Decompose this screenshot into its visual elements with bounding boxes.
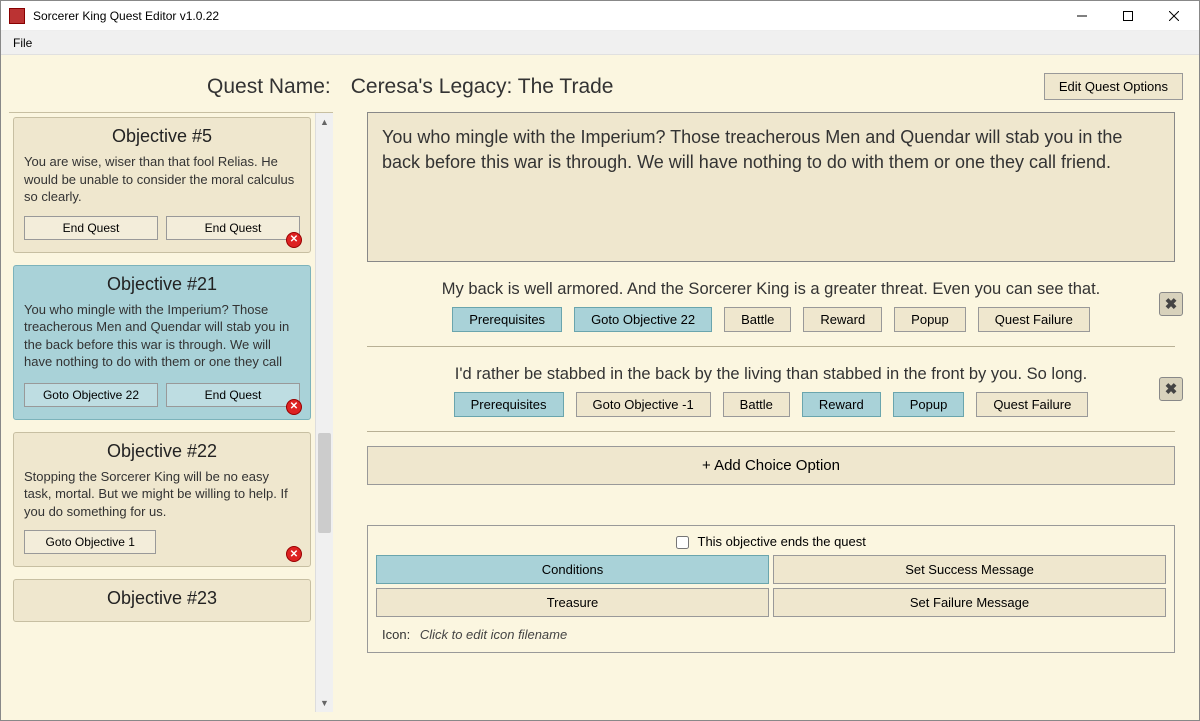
minimize-button[interactable]	[1059, 1, 1105, 31]
objective-card[interactable]: Objective #23	[13, 579, 311, 622]
choice-text[interactable]: My back is well armored. And the Sorcere…	[373, 280, 1169, 299]
objective-list: Objective #5 You are wise, wiser than th…	[9, 113, 315, 712]
objective-title: Objective #23	[24, 588, 300, 609]
quest-name-value[interactable]: Ceresa's Legacy: The Trade	[351, 75, 1044, 99]
delete-objective-icon[interactable]: ✕	[286, 399, 302, 415]
quest-failure-button[interactable]: Quest Failure	[976, 392, 1088, 417]
scroll-up-icon[interactable]: ▲	[316, 113, 333, 131]
scroll-thumb[interactable]	[318, 433, 331, 533]
header-row: Quest Name: Ceresa's Legacy: The Trade E…	[1, 55, 1199, 112]
choice-block: I'd rather be stabbed in the back by the…	[367, 365, 1175, 432]
delete-choice-button[interactable]: ✖	[1159, 377, 1183, 401]
objective-settings-panel: This objective ends the quest Conditions…	[367, 525, 1175, 653]
battle-button[interactable]: Battle	[723, 392, 790, 417]
objective-description-box[interactable]: You who mingle with the Imperium? Those …	[367, 112, 1175, 262]
app-icon	[9, 8, 25, 24]
objective-title: Objective #21	[24, 274, 300, 295]
objective-action-button[interactable]: End Quest	[24, 216, 158, 240]
goto-objective-button[interactable]: Goto Objective 22	[574, 307, 712, 332]
objective-card[interactable]: Objective #21 You who mingle with the Im…	[13, 265, 311, 420]
objective-action-button[interactable]: End Quest	[166, 383, 300, 407]
delete-objective-icon[interactable]: ✕	[286, 546, 302, 562]
objective-title: Objective #5	[24, 126, 300, 147]
ends-quest-checkbox[interactable]	[676, 536, 689, 549]
objective-action-button[interactable]: Goto Objective 22	[24, 383, 158, 407]
battle-button[interactable]: Battle	[724, 307, 791, 332]
titlebar: Sorcerer King Quest Editor v1.0.22	[1, 1, 1199, 31]
prerequisites-button[interactable]: Prerequisites	[454, 392, 564, 417]
scroll-down-icon[interactable]: ▼	[316, 694, 333, 712]
icon-filename-field[interactable]: Click to edit icon filename	[420, 627, 567, 642]
edit-quest-options-button[interactable]: Edit Quest Options	[1044, 73, 1183, 100]
icon-label: Icon:	[382, 627, 410, 642]
choice-block: My back is well armored. And the Sorcere…	[367, 280, 1175, 347]
objective-desc: Stopping the Sorcerer King will be no ea…	[24, 468, 300, 521]
menubar: File	[1, 31, 1199, 55]
content-area: Quest Name: Ceresa's Legacy: The Trade E…	[1, 55, 1199, 720]
reward-button[interactable]: Reward	[802, 392, 881, 417]
objective-action-button[interactable]: End Quest	[166, 216, 300, 240]
popup-button[interactable]: Popup	[893, 392, 965, 417]
reward-button[interactable]: Reward	[803, 307, 882, 332]
close-icon: ✖	[1165, 380, 1178, 398]
objective-scrollbar[interactable]: ▲ ▼	[315, 113, 333, 712]
objective-list-pane: Objective #5 You are wise, wiser than th…	[9, 112, 333, 712]
objective-card[interactable]: Objective #22 Stopping the Sorcerer King…	[13, 432, 311, 568]
add-choice-button[interactable]: + Add Choice Option	[367, 446, 1175, 485]
treasure-button[interactable]: Treasure	[376, 588, 769, 617]
close-button[interactable]	[1151, 1, 1197, 31]
delete-choice-button[interactable]: ✖	[1159, 292, 1183, 316]
objective-desc: You are wise, wiser than that fool Relia…	[24, 153, 300, 206]
objective-desc: You who mingle with the Imperium? Those …	[24, 301, 300, 373]
maximize-button[interactable]	[1105, 1, 1151, 31]
objective-title: Objective #22	[24, 441, 300, 462]
prerequisites-button[interactable]: Prerequisites	[452, 307, 562, 332]
ends-quest-label[interactable]: This objective ends the quest	[676, 534, 866, 549]
quest-name-label: Quest Name:	[207, 75, 331, 99]
menu-file[interactable]: File	[5, 34, 40, 52]
choice-text[interactable]: I'd rather be stabbed in the back by the…	[373, 365, 1169, 384]
failure-message-button[interactable]: Set Failure Message	[773, 588, 1166, 617]
goto-objective-button[interactable]: Goto Objective -1	[576, 392, 711, 417]
delete-objective-icon[interactable]: ✕	[286, 232, 302, 248]
close-icon: ✖	[1165, 295, 1178, 313]
quest-failure-button[interactable]: Quest Failure	[978, 307, 1090, 332]
detail-pane: You who mingle with the Imperium? Those …	[351, 112, 1191, 712]
success-message-button[interactable]: Set Success Message	[773, 555, 1166, 584]
objective-card[interactable]: Objective #5 You are wise, wiser than th…	[13, 117, 311, 253]
icon-row: Icon: Click to edit icon filename	[376, 627, 1166, 642]
conditions-button[interactable]: Conditions	[376, 555, 769, 584]
window-title: Sorcerer King Quest Editor v1.0.22	[33, 9, 1059, 23]
popup-button[interactable]: Popup	[894, 307, 966, 332]
objective-action-button[interactable]: Goto Objective 1	[24, 530, 156, 554]
